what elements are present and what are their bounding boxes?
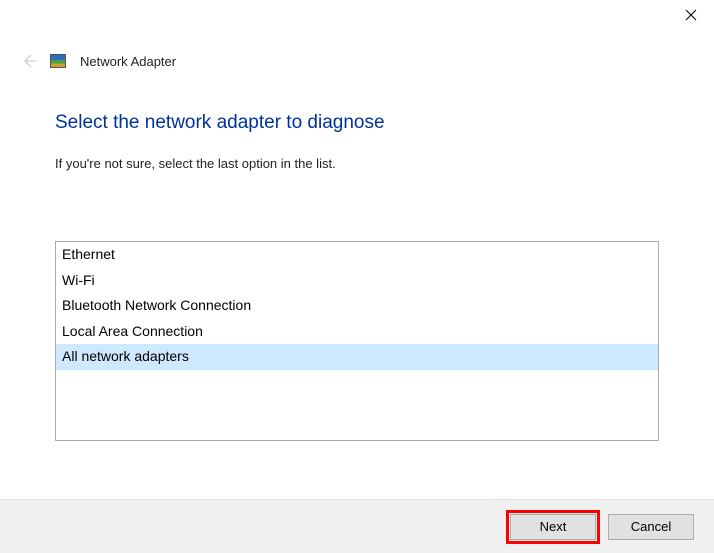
cancel-button[interactable]: Cancel <box>608 514 694 540</box>
close-button[interactable] <box>668 0 714 30</box>
content-area: Select the network adapter to diagnose I… <box>0 72 714 441</box>
window-title: Network Adapter <box>80 54 176 69</box>
list-item[interactable]: Local Area Connection <box>56 319 658 345</box>
network-adapter-icon <box>50 54 66 68</box>
back-button <box>18 50 40 72</box>
page-subtext: If you're not sure, select the last opti… <box>55 156 659 171</box>
list-item[interactable]: Wi-Fi <box>56 268 658 294</box>
list-item[interactable]: All network adapters <box>56 344 658 370</box>
page-heading: Select the network adapter to diagnose <box>55 112 659 134</box>
next-button[interactable]: Next <box>510 514 596 540</box>
adapter-listbox[interactable]: Ethernet Wi-Fi Bluetooth Network Connect… <box>55 241 659 441</box>
footer: Next Cancel <box>0 499 714 553</box>
list-item[interactable]: Bluetooth Network Connection <box>56 293 658 319</box>
header-row: Network Adapter <box>0 32 714 72</box>
back-arrow-icon <box>21 53 37 69</box>
titlebar <box>0 0 714 32</box>
close-icon <box>685 9 697 21</box>
list-item[interactable]: Ethernet <box>56 242 658 268</box>
next-button-highlight: Next <box>506 510 600 544</box>
